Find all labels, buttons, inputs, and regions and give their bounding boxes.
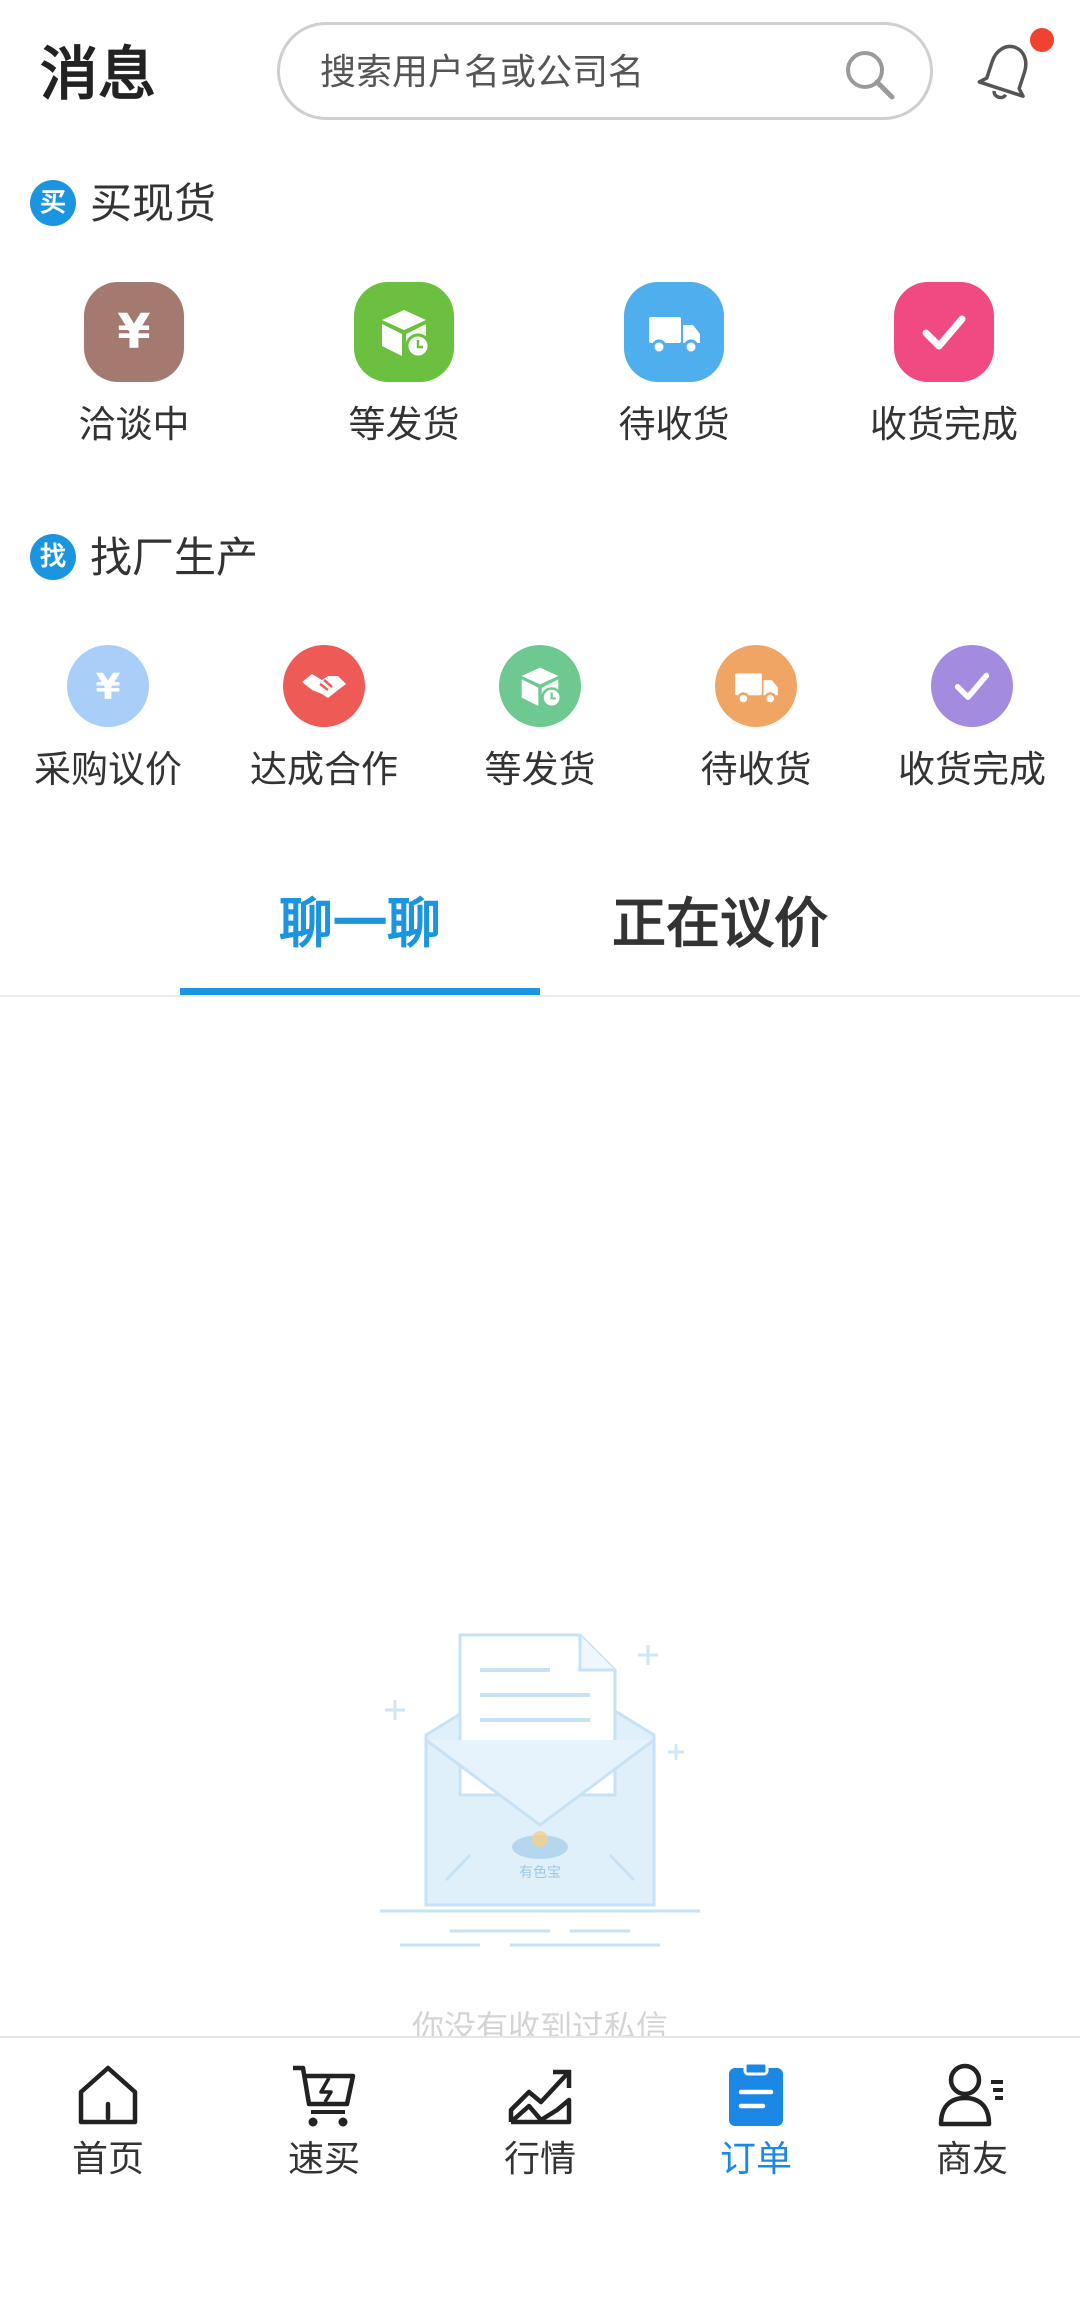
truck-icon bbox=[624, 282, 724, 382]
order-clipboard-icon bbox=[729, 2061, 783, 2126]
nav-orders[interactable]: 订单 bbox=[676, 2060, 836, 2184]
market-chart-icon bbox=[508, 2069, 572, 2125]
tab-active-indicator bbox=[180, 988, 540, 995]
buy-status-negotiating[interactable]: ¥ 洽谈中 bbox=[44, 282, 224, 450]
page-title: 消息 bbox=[40, 40, 157, 108]
quick-buy-cart-icon bbox=[293, 2065, 356, 2127]
status-label: 等发货 bbox=[348, 403, 460, 446]
handshake-icon bbox=[283, 645, 365, 727]
factory-section-title: 找厂生产 bbox=[90, 533, 259, 582]
svg-text:¥: ¥ bbox=[117, 304, 150, 360]
tab-negotiating[interactable]: 正在议价 bbox=[540, 886, 900, 962]
buy-status-awaiting-shipment[interactable]: 等发货 bbox=[314, 282, 494, 450]
buy-status-completed[interactable]: 收货完成 bbox=[854, 282, 1034, 450]
nav-label: 商友 bbox=[935, 2139, 1008, 2180]
status-label: 待收货 bbox=[700, 748, 812, 791]
empty-mail-illustration: 有色宝 bbox=[380, 1633, 700, 1947]
search-icon[interactable] bbox=[842, 47, 896, 101]
nav-label: 订单 bbox=[719, 2139, 792, 2180]
buy-section-badge: 买 bbox=[30, 180, 76, 226]
svg-text:¥: ¥ bbox=[95, 667, 120, 708]
nav-label: 速买 bbox=[287, 2139, 360, 2180]
package-clock-icon bbox=[354, 282, 454, 382]
tab-divider bbox=[0, 995, 1080, 997]
status-label: 收货完成 bbox=[898, 748, 1046, 791]
factory-section-badge: 找 bbox=[30, 534, 76, 580]
home-icon bbox=[78, 2065, 138, 2125]
status-label: 达成合作 bbox=[250, 748, 398, 791]
package-clock-icon bbox=[499, 645, 581, 727]
factory-status-price-negotiation[interactable]: ¥ 采购议价 bbox=[18, 645, 198, 795]
nav-home[interactable]: 首页 bbox=[28, 2060, 188, 2184]
status-label: 收货完成 bbox=[870, 403, 1018, 446]
status-label: 待收货 bbox=[618, 403, 730, 446]
buy-status-to-receive[interactable]: 待收货 bbox=[584, 282, 764, 450]
nav-quick-buy[interactable]: 速买 bbox=[244, 2060, 404, 2184]
factory-status-awaiting-shipment[interactable]: 等发货 bbox=[450, 645, 630, 795]
nav-label: 首页 bbox=[71, 2139, 144, 2180]
factory-status-to-receive[interactable]: 待收货 bbox=[666, 645, 846, 795]
bottom-nav: 首页 速买 行情 订单 商友 bbox=[0, 2036, 1080, 2314]
nav-contacts[interactable]: 商友 bbox=[892, 2060, 1052, 2184]
tab-chat[interactable]: 聊一聊 bbox=[180, 886, 540, 962]
search-box[interactable]: 搜索用户名或公司名 bbox=[277, 22, 933, 120]
yen-icon: ¥ bbox=[84, 282, 184, 382]
status-label: 洽谈中 bbox=[78, 403, 190, 446]
buy-section-title: 买现货 bbox=[90, 179, 217, 228]
status-label: 采购议价 bbox=[34, 748, 182, 791]
factory-status-completed[interactable]: 收货完成 bbox=[882, 645, 1062, 795]
search-input[interactable]: 搜索用户名或公司名 bbox=[320, 49, 644, 97]
truck-icon bbox=[715, 645, 797, 727]
check-icon bbox=[931, 645, 1013, 727]
status-label: 等发货 bbox=[484, 748, 596, 791]
nav-market[interactable]: 行情 bbox=[460, 2060, 620, 2184]
yen-icon: ¥ bbox=[67, 645, 149, 727]
illustration-logo-text: 有色宝 bbox=[519, 1864, 561, 1881]
notification-dot bbox=[1030, 28, 1054, 52]
contacts-icon bbox=[938, 2063, 1003, 2127]
check-icon bbox=[894, 282, 994, 382]
factory-status-cooperation[interactable]: 达成合作 bbox=[234, 645, 414, 795]
nav-label: 行情 bbox=[503, 2139, 576, 2180]
